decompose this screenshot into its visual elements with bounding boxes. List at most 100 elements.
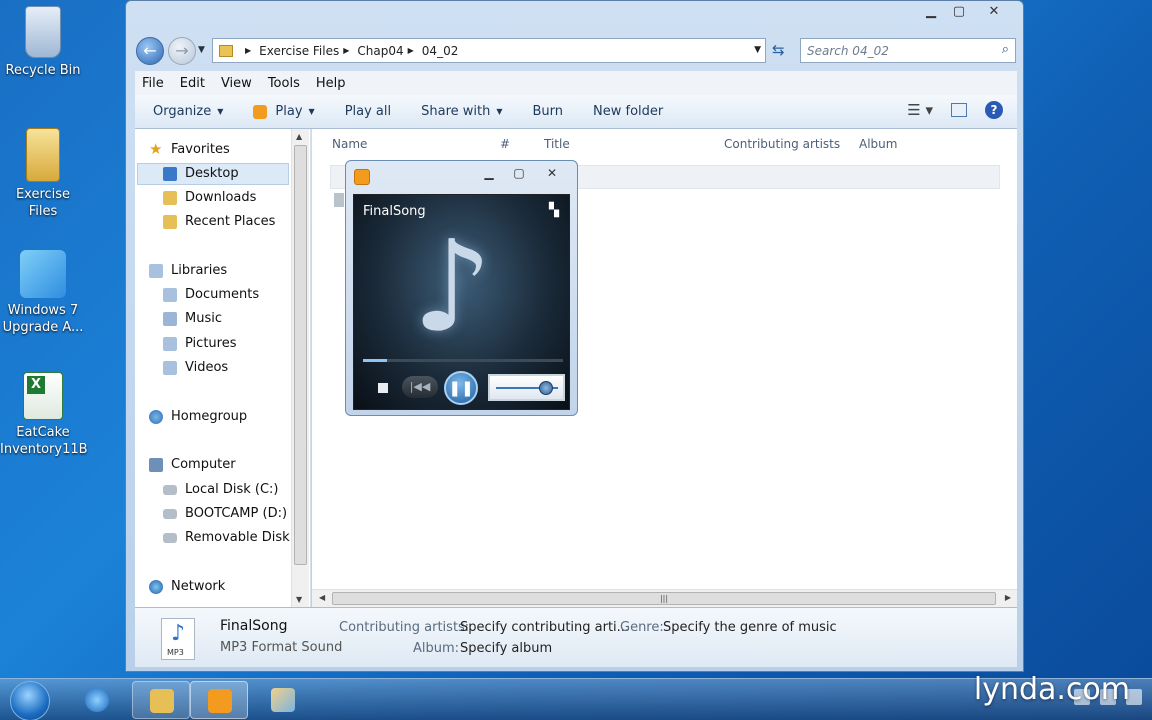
nav-local-disk[interactable]: Local Disk (C:)	[163, 482, 278, 497]
nav-bootcamp[interactable]: BOOTCAMP (D:)	[163, 506, 287, 521]
nav-scrollbar[interactable]: ▲ ▼	[291, 129, 309, 607]
previous-button[interactable]: |◀◀	[402, 376, 438, 398]
breadcrumb-item[interactable]: Chap04	[357, 44, 403, 58]
forward-button[interactable]: →	[168, 37, 196, 65]
nav-recent-places[interactable]: Recent Places	[163, 214, 275, 229]
scroll-up-icon[interactable]: ▲	[296, 132, 302, 141]
volume-slider[interactable]	[488, 374, 565, 401]
chevron-down-icon[interactable]: ▼	[754, 45, 761, 55]
scrollbar-thumb[interactable]: |||	[332, 592, 996, 605]
taskbar-media-player[interactable]	[190, 681, 248, 719]
media-player-icon	[354, 169, 370, 185]
chevron-right-icon[interactable]: ▶	[408, 46, 414, 55]
column-header-title[interactable]: Title	[544, 137, 570, 151]
menu-file[interactable]: File	[142, 76, 164, 91]
nav-pictures[interactable]: Pictures	[163, 336, 236, 351]
details-album-value[interactable]: Specify album	[460, 641, 552, 656]
paint-icon	[271, 688, 295, 712]
menu-edit[interactable]: Edit	[180, 76, 205, 91]
desktop-icon-label: Exercise Files	[15, 187, 71, 219]
play-all-button[interactable]: Play all	[345, 104, 391, 119]
history-dropdown-icon[interactable]: ▼	[198, 45, 205, 55]
removable-disk-icon	[163, 532, 177, 543]
chevron-right-icon[interactable]: ▶	[343, 46, 349, 55]
mp3-file-icon: ♪ MP3	[161, 618, 195, 660]
close-button[interactable]: ✕	[973, 1, 1015, 23]
desktop-icon-label: EatCake Inventory11B	[0, 425, 88, 457]
new-folder-button[interactable]: New folder	[593, 104, 663, 119]
menu-help[interactable]: Help	[316, 76, 346, 91]
help-icon[interactable]: ?	[985, 101, 1003, 119]
nav-computer[interactable]: Computer	[149, 457, 236, 472]
scrollbar-thumb[interactable]	[294, 145, 307, 565]
switch-to-library-icon[interactable]: ▚	[549, 203, 559, 218]
toolbar-right: ☰ ▾ ?	[907, 101, 1003, 119]
change-view-icon[interactable]: ☰ ▾	[907, 101, 933, 119]
breadcrumb-item[interactable]: Exercise Files	[259, 44, 339, 58]
menu-tools[interactable]: Tools	[268, 76, 300, 91]
column-header-contributing-artists[interactable]: Contributing artists	[724, 137, 840, 151]
preview-pane-icon[interactable]	[951, 103, 967, 117]
details-genre-value[interactable]: Specify the genre of music	[663, 620, 837, 635]
minimize-button[interactable]: ▁	[917, 1, 945, 23]
seek-bar-fill	[363, 359, 387, 362]
nav-music[interactable]: Music	[163, 311, 222, 326]
nav-videos[interactable]: Videos	[163, 360, 228, 375]
pause-icon: ❚❚	[448, 379, 474, 397]
column-header-name[interactable]: Name	[332, 137, 367, 151]
hard-disk-icon	[163, 484, 177, 495]
column-header-number[interactable]: #	[500, 137, 510, 151]
play-button[interactable]: Play ▼	[253, 104, 315, 119]
burn-button[interactable]: Burn	[533, 104, 564, 119]
horizontal-scrollbar[interactable]: ◀ ||| ▶	[312, 589, 1017, 607]
scroll-right-icon[interactable]: ▶	[1005, 593, 1011, 602]
search-input[interactable]: Search 04_02 ⌕	[800, 38, 1016, 63]
details-artists-label: Contributing artists:	[339, 620, 470, 635]
nav-desktop[interactable]: Desktop	[163, 166, 239, 181]
nav-homegroup[interactable]: Homegroup	[149, 409, 247, 424]
search-icon[interactable]: ⌕	[1002, 42, 1009, 57]
chevron-down-icon: ▼	[496, 107, 503, 116]
player-close-button[interactable]: ✕	[535, 164, 569, 182]
address-bar[interactable]: ▶ Exercise Files ▶ Chap04 ▶ 04_02 ▼	[212, 38, 766, 63]
column-header-album[interactable]: Album	[859, 137, 897, 151]
organize-button[interactable]: Organize ▼	[153, 104, 223, 119]
taskbar-windows-explorer[interactable]	[132, 681, 190, 719]
pause-button[interactable]: ❚❚	[444, 371, 478, 405]
nav-libraries[interactable]: Libraries	[149, 263, 227, 278]
seek-bar[interactable]	[363, 359, 563, 362]
file-icon[interactable]	[334, 193, 344, 207]
nav-documents[interactable]: Documents	[163, 287, 259, 302]
taskbar-paint[interactable]	[254, 681, 312, 719]
menu-view[interactable]: View	[221, 76, 252, 91]
chevron-down-icon: ▼	[308, 107, 315, 116]
back-button[interactable]: ←	[136, 37, 164, 65]
desktop-icon	[163, 166, 177, 181]
nav-favorites[interactable]: ★ Favorites	[149, 141, 230, 157]
desktop-icon-recycle-bin[interactable]: Recycle Bin	[0, 6, 86, 79]
maximize-button[interactable]: ▢	[945, 1, 973, 23]
command-bar: Organize ▼ Play ▼ Play all Share with ▼ Bur…	[135, 95, 1017, 129]
chevron-right-icon[interactable]: ▶	[245, 46, 251, 55]
desktop-icon-windows7-upgrade[interactable]: Windows 7 Upgrade A...	[0, 250, 86, 336]
nav-network[interactable]: Network	[149, 579, 225, 594]
nav-label: Documents	[185, 287, 260, 302]
taskbar-internet-explorer[interactable]	[68, 681, 126, 719]
window-caption-buttons: ▁ ▢ ✕	[917, 1, 1015, 23]
nav-removable-disk[interactable]: Removable Disk (	[163, 530, 299, 545]
volume-knob[interactable]	[538, 381, 553, 395]
desktop-icon-exercise-files[interactable]: Exercise Files	[0, 128, 86, 220]
scroll-left-icon[interactable]: ◀	[319, 593, 325, 602]
desktop-icon-eatcake-inventory[interactable]: EatCake Inventory11B	[0, 372, 88, 458]
stop-button[interactable]	[378, 383, 388, 393]
breadcrumb-item[interactable]: 04_02	[422, 44, 459, 58]
player-maximize-button[interactable]: ▢	[505, 164, 533, 182]
recent-places-icon	[163, 214, 177, 229]
player-minimize-button[interactable]: ▁	[475, 164, 503, 182]
share-with-button[interactable]: Share with ▼	[421, 104, 502, 119]
scroll-down-icon[interactable]: ▼	[296, 595, 302, 604]
nav-downloads[interactable]: Downloads	[163, 190, 256, 205]
refresh-icon[interactable]: ⇆	[772, 41, 785, 59]
details-artists-value[interactable]: Specify contributing arti...	[460, 620, 629, 635]
start-button[interactable]	[10, 681, 50, 720]
